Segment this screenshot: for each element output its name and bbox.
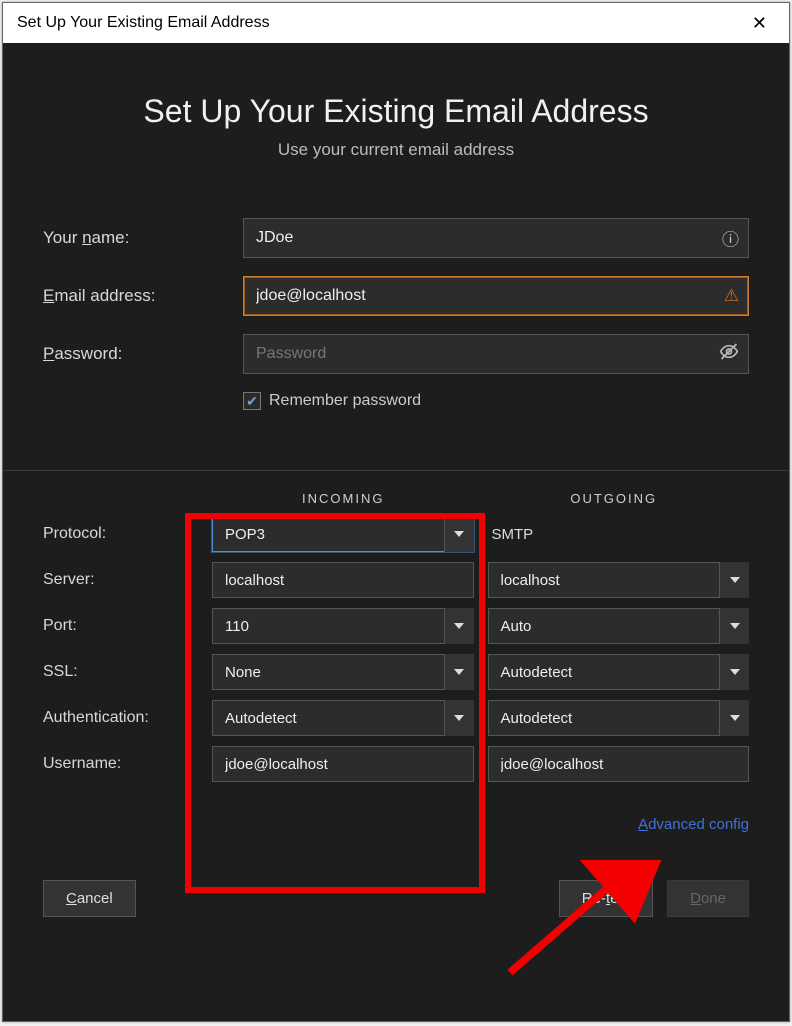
row-authentication: Authentication: Autodetect Autodetect bbox=[43, 700, 749, 736]
incoming-port-select[interactable]: 110 bbox=[212, 608, 474, 644]
incoming-ssl-select[interactable]: None bbox=[212, 654, 474, 690]
incoming-username-input[interactable] bbox=[212, 746, 474, 782]
label-name: Your name: bbox=[43, 228, 243, 248]
chevron-down-icon bbox=[444, 608, 474, 644]
chevron-down-icon bbox=[719, 654, 749, 690]
label-email: Email address: bbox=[43, 286, 243, 306]
label-password: Password: bbox=[43, 344, 243, 364]
row-remember: ✔ Remember password bbox=[243, 392, 749, 410]
row-protocol: Protocol: POP3 SMTP bbox=[43, 516, 749, 552]
label-authentication: Authentication: bbox=[43, 709, 198, 727]
outgoing-username-input[interactable] bbox=[488, 746, 750, 782]
incoming-auth-select[interactable]: Autodetect bbox=[212, 700, 474, 736]
outgoing-header: OUTGOING bbox=[479, 491, 750, 506]
chevron-down-icon bbox=[444, 700, 474, 736]
row-email: Email address: ⚠ bbox=[43, 276, 749, 316]
outgoing-auth-select[interactable]: Autodetect bbox=[488, 700, 750, 736]
label-port: Port: bbox=[43, 617, 198, 635]
label-server: Server: bbox=[43, 571, 198, 589]
chevron-down-icon bbox=[719, 608, 749, 644]
label-protocol: Protocol: bbox=[43, 525, 198, 543]
titlebar: Set Up Your Existing Email Address ✕ bbox=[3, 3, 789, 43]
row-server: Server: localhost bbox=[43, 562, 749, 598]
info-icon[interactable]: ⓘ bbox=[722, 226, 739, 251]
label-username: Username: bbox=[43, 755, 198, 773]
chevron-down-icon bbox=[719, 700, 749, 736]
close-icon[interactable]: ✕ bbox=[744, 9, 775, 38]
cancel-button[interactable]: Cancel bbox=[43, 880, 136, 917]
name-input[interactable] bbox=[243, 218, 749, 258]
outgoing-server-select[interactable]: localhost bbox=[488, 562, 750, 598]
account-form: Your name: ⓘ Email address: ⚠ Password: bbox=[3, 180, 789, 440]
row-name: Your name: ⓘ bbox=[43, 218, 749, 258]
page-subtitle: Use your current email address bbox=[23, 140, 769, 160]
incoming-server-input[interactable] bbox=[212, 562, 474, 598]
content-area: Set Up Your Existing Email Address Use y… bbox=[3, 43, 789, 1021]
eye-off-icon[interactable] bbox=[719, 342, 739, 367]
chevron-down-icon bbox=[719, 562, 749, 598]
chevron-down-icon bbox=[444, 654, 474, 690]
email-input[interactable] bbox=[243, 276, 749, 316]
row-username: Username: bbox=[43, 746, 749, 782]
remember-label: Remember password bbox=[269, 392, 421, 410]
dialog-window: Set Up Your Existing Email Address ✕ Set… bbox=[2, 2, 790, 1022]
advanced-config-link[interactable]: Advanced config bbox=[638, 816, 749, 833]
password-input[interactable] bbox=[243, 334, 749, 374]
incoming-protocol-select[interactable]: POP3 bbox=[212, 516, 474, 552]
row-password: Password: bbox=[43, 334, 749, 374]
advanced-config-row: Advanced config bbox=[3, 802, 789, 834]
outgoing-protocol-value: SMTP bbox=[488, 516, 750, 552]
window-title: Set Up Your Existing Email Address bbox=[17, 14, 270, 32]
incoming-header: INCOMING bbox=[208, 491, 479, 506]
dialog-footer: Cancel Re-test Done bbox=[3, 834, 789, 949]
label-ssl: SSL: bbox=[43, 663, 198, 681]
warning-icon: ⚠ bbox=[724, 286, 739, 306]
done-button[interactable]: Done bbox=[667, 880, 749, 917]
remember-checkbox[interactable]: ✔ bbox=[243, 392, 261, 410]
manual-config-section: INCOMING OUTGOING Protocol: POP3 SMTP bbox=[3, 471, 789, 802]
row-ssl: SSL: None Autodetect bbox=[43, 654, 749, 690]
outgoing-ssl-select[interactable]: Autodetect bbox=[488, 654, 750, 690]
header-area: Set Up Your Existing Email Address Use y… bbox=[3, 43, 789, 180]
page-title: Set Up Your Existing Email Address bbox=[23, 93, 769, 130]
chevron-down-icon bbox=[444, 516, 474, 552]
outgoing-port-select[interactable]: Auto bbox=[488, 608, 750, 644]
retest-button[interactable]: Re-test bbox=[559, 880, 653, 917]
row-port: Port: 110 Auto bbox=[43, 608, 749, 644]
config-column-headers: INCOMING OUTGOING bbox=[43, 491, 749, 506]
